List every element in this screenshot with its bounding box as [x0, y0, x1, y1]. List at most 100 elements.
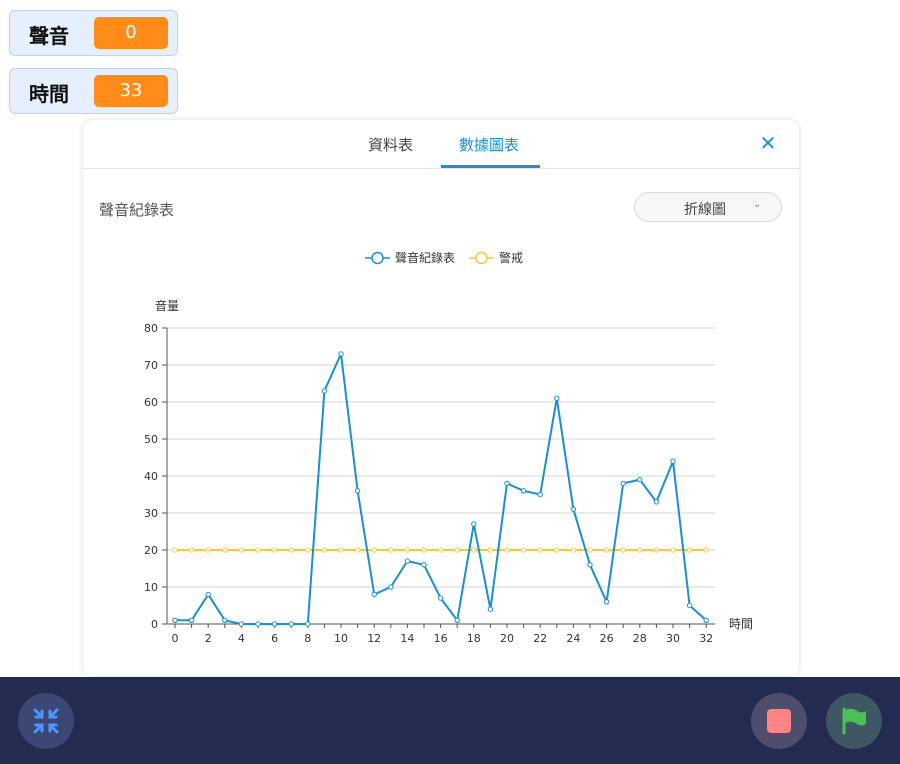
data-point — [554, 395, 560, 402]
y-tick-label: 40 — [144, 470, 158, 483]
data-point — [637, 477, 643, 483]
x-axis-label: 時間 — [729, 617, 753, 631]
tab-bar: 資料表 數據圖表 ✕ — [83, 120, 799, 169]
data-point — [537, 491, 543, 498]
data-point — [205, 591, 211, 598]
data-point — [520, 488, 527, 494]
monitor-label: 時間 — [29, 82, 69, 106]
data-point — [172, 617, 178, 623]
y-tick-label: 20 — [144, 544, 158, 557]
data-point — [338, 351, 344, 357]
data-point — [587, 547, 593, 553]
y-axis-label: 音量 — [155, 298, 179, 313]
monitor-label: 聲音 — [29, 24, 69, 48]
x-tick-label: 32 — [699, 632, 713, 645]
data-point — [653, 547, 660, 553]
data-point — [421, 547, 427, 553]
data-point — [471, 521, 477, 527]
green-flag-button[interactable] — [826, 693, 882, 749]
x-tick-label: 0 — [172, 632, 179, 645]
data-point — [637, 547, 643, 553]
y-tick-label: 70 — [144, 359, 158, 372]
shrink-button[interactable] — [18, 693, 74, 749]
tab-data-table[interactable]: 資料表 — [368, 134, 413, 155]
y-tick-label: 80 — [144, 322, 158, 335]
data-point — [603, 599, 610, 605]
data-point — [305, 621, 311, 627]
x-tick-label: 14 — [400, 632, 414, 645]
data-point — [653, 499, 660, 505]
data-point — [504, 547, 510, 553]
x-tick-label: 18 — [467, 632, 481, 645]
data-point — [437, 595, 444, 601]
y-tick-label: 0 — [151, 618, 158, 631]
x-tick-label: 10 — [334, 632, 348, 645]
data-point — [188, 547, 195, 553]
data-point — [222, 617, 228, 623]
data-point — [321, 547, 328, 553]
data-point — [686, 602, 693, 609]
data-point — [288, 621, 294, 627]
legend-label: 聲音紀錄表 — [395, 250, 455, 265]
data-point — [388, 547, 394, 553]
data-point — [670, 458, 676, 464]
data-point — [537, 547, 543, 553]
stop-button[interactable] — [751, 693, 807, 749]
data-point — [371, 591, 377, 598]
data-point — [271, 547, 278, 553]
chart-type-select[interactable]: 折線圖 ⌄ — [634, 192, 782, 222]
x-tick-label: 4 — [238, 632, 245, 645]
x-tick-label: 8 — [304, 632, 311, 645]
close-icon[interactable]: ✕ — [758, 132, 778, 154]
data-point — [471, 547, 477, 553]
bottom-toolbar — [0, 677, 900, 764]
data-point — [421, 562, 427, 568]
data-point — [620, 480, 626, 487]
data-point — [255, 547, 261, 553]
data-point — [703, 547, 709, 553]
stop-icon — [767, 709, 791, 733]
data-point — [603, 547, 610, 553]
data-point — [686, 547, 693, 553]
x-tick-label: 30 — [666, 632, 680, 645]
data-point — [172, 547, 178, 553]
monitor-value: 0 — [94, 17, 168, 49]
data-point — [271, 621, 278, 627]
data-point — [454, 547, 460, 553]
tab-data-chart[interactable]: 數據圖表 — [459, 134, 519, 155]
x-tick-label: 12 — [367, 632, 381, 645]
line-chart: 010203040506070800 2 4 6 8 10 12 14 16 18 20 22 24 26… — [144, 250, 753, 645]
data-point — [371, 547, 377, 553]
green-flag-icon — [842, 707, 866, 735]
active-tab-indicator — [441, 165, 540, 168]
shrink-icon — [33, 708, 59, 734]
y-tick-label: 30 — [144, 507, 158, 520]
data-point — [437, 547, 444, 553]
data-point — [354, 547, 361, 553]
x-tick-label: 20 — [500, 632, 514, 645]
x-tick-label: 24 — [566, 632, 580, 645]
x-tick-label: 28 — [633, 632, 647, 645]
legend-label: 警戒 — [499, 250, 523, 265]
x-tick-label: 26 — [600, 632, 614, 645]
data-point — [587, 562, 593, 568]
data-point — [305, 547, 311, 553]
data-point — [188, 617, 195, 623]
y-tick-label: 10 — [144, 581, 158, 594]
data-point — [570, 506, 577, 512]
data-point — [321, 388, 328, 394]
data-point — [388, 584, 394, 590]
data-point — [703, 617, 709, 623]
y-tick-label: 50 — [144, 433, 158, 446]
data-point — [487, 547, 494, 553]
legend-marker — [475, 251, 488, 265]
data-point — [205, 547, 211, 553]
x-tick-label: 16 — [434, 632, 448, 645]
data-point — [288, 547, 294, 553]
y-tick-label: 60 — [144, 396, 158, 409]
monitor-value: 33 — [94, 75, 168, 107]
monitor-time[interactable]: 時間 33 — [9, 68, 178, 114]
data-point — [554, 547, 560, 553]
monitor-sound[interactable]: 聲音 0 — [9, 10, 178, 56]
data-point — [570, 547, 577, 553]
